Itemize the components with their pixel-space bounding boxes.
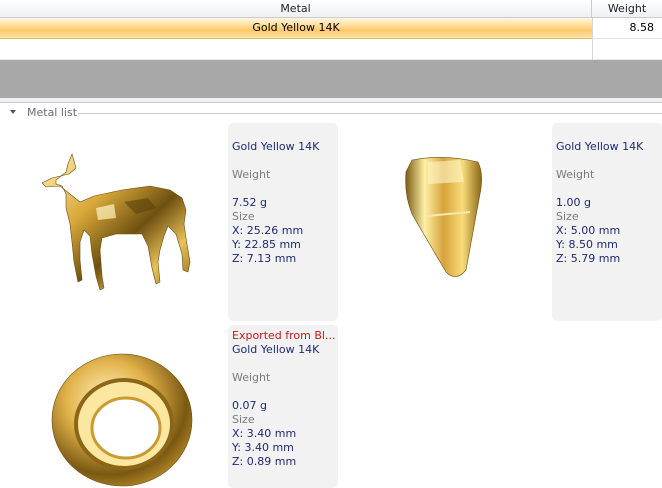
group-divider	[78, 113, 662, 114]
deer-figurine-image[interactable]	[36, 150, 206, 295]
size-label: Size	[556, 210, 579, 223]
item-size-z: Z: 0.89 mm	[232, 455, 297, 468]
item-size-y: Y: 22.85 mm	[232, 238, 301, 251]
group-label: Metal list	[27, 106, 78, 119]
item-size-y: Y: 3.40 mm	[232, 441, 294, 454]
jump-ring-image[interactable]	[50, 350, 195, 488]
item-metal: Gold Yellow 14K	[556, 140, 644, 153]
size-label: Size	[232, 413, 255, 426]
splitter-bar[interactable]	[0, 98, 662, 103]
item-size-y: Y: 8.50 mm	[556, 238, 618, 251]
item-size-x: X: 25.26 mm	[232, 224, 304, 237]
size-label: Size	[232, 210, 255, 223]
collapse-arrow-icon[interactable]	[10, 110, 16, 114]
column-header-metal[interactable]: Metal	[0, 0, 592, 18]
item-weight: 0.07 g	[232, 399, 267, 412]
item-weight: 1.00 g	[556, 196, 591, 209]
item-info: Gold Yellow 14K Weight 7.52 g Size X: 25…	[232, 140, 319, 266]
item-metal: Gold Yellow 14K	[232, 140, 320, 153]
table-row-metal-cell[interactable]: Gold Yellow 14K	[0, 18, 592, 39]
item-info: Exported from Bl... Gold Yellow 14K Weig…	[232, 329, 335, 469]
item-size-x: X: 3.40 mm	[232, 427, 297, 440]
table-row-empty[interactable]	[0, 39, 662, 60]
item-size-z: Z: 5.79 mm	[556, 252, 621, 265]
weight-label: Weight	[556, 168, 595, 181]
column-header-weight[interactable]: Weight	[592, 0, 662, 18]
item-size-x: X: 5.00 mm	[556, 224, 621, 237]
column-divider	[592, 39, 593, 60]
item-info: Gold Yellow 14K Weight 1.00 g Size X: 5.…	[556, 140, 643, 266]
item-weight: 7.52 g	[232, 196, 267, 209]
item-size-z: Z: 7.13 mm	[232, 252, 297, 265]
table-empty-area	[0, 60, 662, 98]
weight-label: Weight	[232, 371, 271, 384]
weight-label: Weight	[232, 168, 271, 181]
table-row-weight-cell[interactable]: 8.58	[592, 18, 662, 39]
pendant-bail-image[interactable]	[398, 154, 490, 284]
item-metal: Gold Yellow 14K	[232, 343, 320, 356]
item-exported-note: Exported from Bl...	[232, 329, 336, 342]
